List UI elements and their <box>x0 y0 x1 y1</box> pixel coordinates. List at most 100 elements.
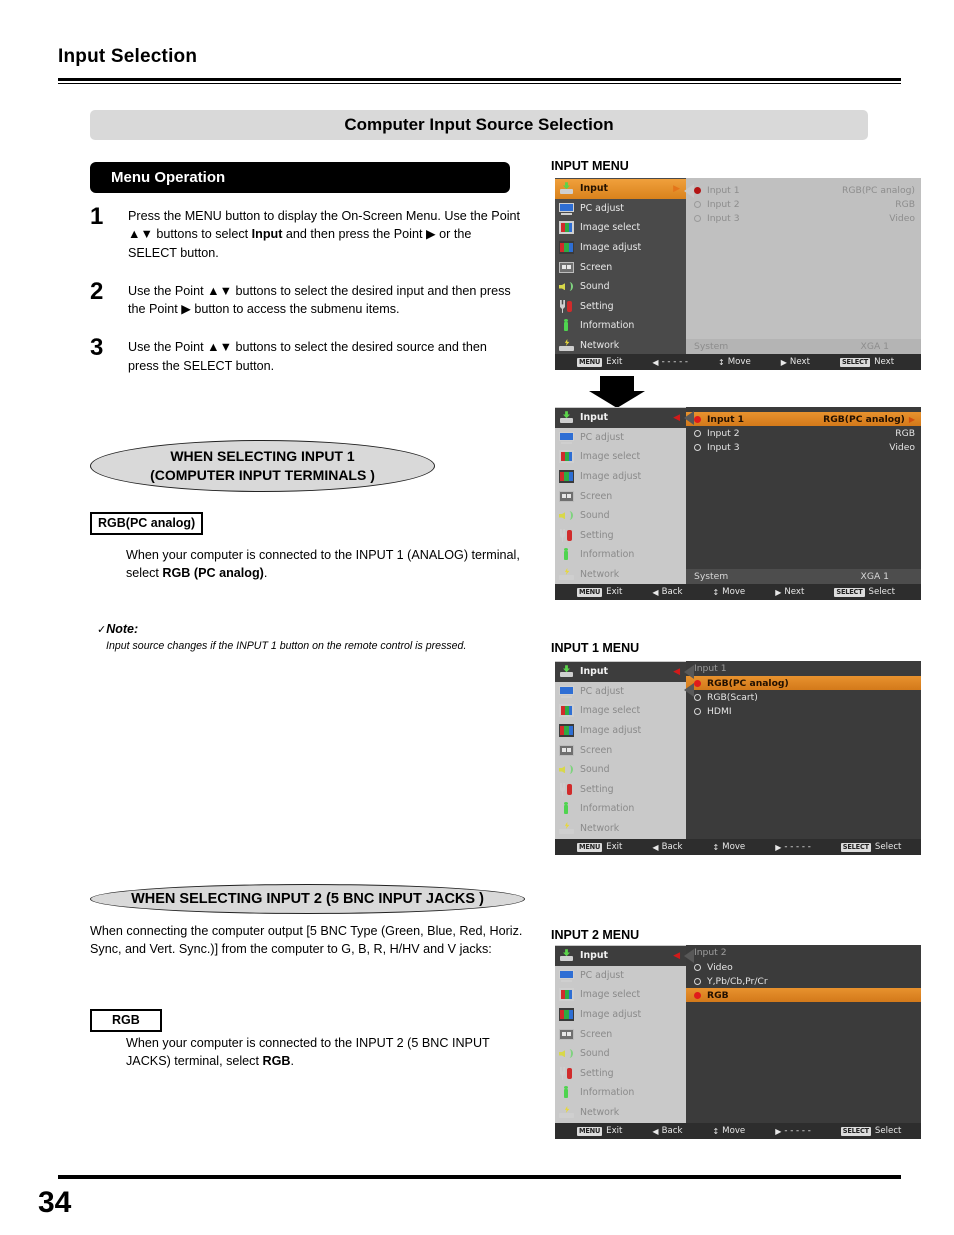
sidebar-item-input[interactable]: Input ◀ <box>555 662 686 682</box>
menu-operation-heading: Menu Operation <box>90 162 510 193</box>
callout-input1-line2: (COMPUTER INPUT TERMINALS ) <box>150 467 375 483</box>
radio-indicator[interactable] <box>694 443 701 451</box>
osd-option-row[interactable]: Input 2 RGB <box>686 426 921 440</box>
osd-source-row[interactable]: HDMI <box>686 704 921 718</box>
radio-indicator[interactable] <box>694 977 701 985</box>
osd-sidebar[interactable]: Input ▶ PC adjust Image select Image adjust S… <box>555 178 686 354</box>
sidebar-item-pc-adjust[interactable]: PC adjust <box>555 428 686 448</box>
sidebar-item-screen[interactable]: Screen <box>555 1024 686 1044</box>
osd-right-panel[interactable]: Input 1 RGB(PC analog) RGB(Scart) HDMI <box>686 661 921 839</box>
osd-option-row[interactable]: Input 1 RGB(PC analog) ▶ <box>686 412 921 426</box>
monitor-icon <box>559 969 574 982</box>
sidebar-item-label: Screen <box>580 744 613 756</box>
step-text: Press the MENU button to display the On-… <box>128 209 520 260</box>
radio-indicator[interactable] <box>694 429 701 437</box>
sidebar-item-label: Image adjust <box>580 242 642 254</box>
radio-indicator[interactable] <box>694 991 701 999</box>
sidebar-item-image-adjust[interactable]: Image adjust <box>555 467 686 487</box>
osd-legend-item: ◀ Back <box>652 1126 682 1136</box>
sidebar-item-image-select[interactable]: Image select <box>555 218 686 238</box>
radio-indicator[interactable] <box>694 707 701 715</box>
osd-source-row[interactable]: Video <box>686 960 921 974</box>
sidebar-item-sound[interactable]: Sound <box>555 760 686 780</box>
sidebar-item-screen[interactable]: Screen <box>555 257 686 277</box>
osd-right-panel[interactable]: Input 2 Video Y,Pb/Cb,Pr/Cr RGB <box>686 945 921 1123</box>
osd-sidebar[interactable]: Input ◀ PC adjust Image select Image adjust S… <box>555 945 686 1123</box>
osd-sidebar[interactable]: Input ◀ PC adjust Image select Image adjust S… <box>555 661 686 839</box>
osd-source-row[interactable]: RGB(PC analog) <box>686 676 921 690</box>
sidebar-item-image-adjust[interactable]: Image adjust <box>555 721 686 741</box>
radio-indicator[interactable] <box>694 693 701 701</box>
sidebar-item-network[interactable]: Network <box>555 819 686 839</box>
sidebar-item-pc-adjust[interactable]: PC adjust <box>555 682 686 702</box>
osd-legend-label: Next <box>784 587 805 597</box>
sidebar-item-input[interactable]: Input ◀ <box>555 408 686 428</box>
sidebar-item-information[interactable]: Information <box>555 1083 686 1103</box>
sidebar-item-setting[interactable]: Setting <box>555 780 686 800</box>
step-item: 2 Use the Point ▲▼ buttons to select the … <box>90 278 520 319</box>
sidebar-item-screen[interactable]: Screen <box>555 740 686 760</box>
sidebar-item-sound[interactable]: Sound <box>555 506 686 526</box>
sidebar-item-sound[interactable]: Sound <box>555 277 686 297</box>
osd-right-panel[interactable]: Input 1 RGB(PC analog) Input 2 RGB Input 3 Vi… <box>686 178 921 354</box>
radio-indicator[interactable] <box>694 200 701 208</box>
sidebar-item-setting[interactable]: Setting <box>555 1064 686 1084</box>
sidebar-item-network[interactable]: Network <box>555 336 686 356</box>
osd-option-row[interactable]: Input 2 RGB <box>686 197 921 211</box>
osd-key-badge: MENU <box>577 587 603 597</box>
sidebar-item-label: Setting <box>580 529 614 541</box>
osd-option-row[interactable]: Input 3 Video <box>686 440 921 454</box>
step-number: 3 <box>90 334 104 362</box>
osd-legend-item: MENU Exit <box>577 842 622 852</box>
osd-key-badge: SELECT <box>840 842 871 852</box>
sidebar-item-image-select[interactable]: Image select <box>555 701 686 721</box>
osd-key-badge: SELECT <box>840 1126 871 1136</box>
sidebar-item-image-adjust[interactable]: Image adjust <box>555 1005 686 1025</box>
osd-legend-label: Move <box>722 587 746 597</box>
sidebar-item-input[interactable]: Input ◀ <box>555 946 686 966</box>
osd-legend-item: ▶ - - - - - <box>775 842 811 852</box>
direction-glyph-icon: ◀ <box>652 587 659 597</box>
sidebar-item-information[interactable]: Information <box>555 545 686 565</box>
osd-sidebar[interactable]: Input ◀ PC adjust Image select Image adjust S… <box>555 407 686 584</box>
sidebar-item-label: Sound <box>580 1048 610 1060</box>
sidebar-item-label: Input <box>580 666 609 678</box>
sidebar-item-image-adjust[interactable]: Image adjust <box>555 238 686 258</box>
page-header: Input Selection <box>58 46 898 68</box>
sidebar-item-sound[interactable]: Sound <box>555 1044 686 1064</box>
section-banner-label: Computer Input Source Selection <box>344 115 614 134</box>
osd-legend-label: Select <box>874 1126 902 1136</box>
osd-source-row[interactable]: RGB(Scart) <box>686 690 921 704</box>
sidebar-item-pc-adjust[interactable]: PC adjust <box>555 199 686 219</box>
image-adjust-icon <box>559 724 574 738</box>
header-rule-thin <box>58 83 901 84</box>
sidebar-item-setting[interactable]: Setting <box>555 297 686 317</box>
monitor-icon <box>559 202 574 215</box>
radio-indicator[interactable] <box>694 679 701 687</box>
osd-option-row[interactable]: Input 3 Video <box>686 211 921 225</box>
osd-right-panel[interactable]: Input 1 RGB(PC analog) ▶ Input 2 RGB Input 3 V… <box>686 407 921 584</box>
osd-legend-label: Select <box>868 587 896 597</box>
sidebar-item-pc-adjust[interactable]: PC adjust <box>555 966 686 986</box>
radio-indicator[interactable] <box>694 186 701 194</box>
speaker-icon <box>559 1047 574 1060</box>
osd-legend-item: ◀ Back <box>652 842 682 852</box>
paragraph-rgb: When your computer is connected to the I… <box>126 1036 490 1069</box>
osd-source-row[interactable]: Y,Pb/Cb,Pr/Cr <box>686 974 921 988</box>
sidebar-item-setting[interactable]: Setting <box>555 526 686 546</box>
sidebar-item-information[interactable]: Information <box>555 316 686 336</box>
info-icon <box>559 802 574 815</box>
chevron-right-icon: ▶ <box>908 414 915 424</box>
radio-indicator[interactable] <box>694 214 701 222</box>
osd-option-row[interactable]: Input 1 RGB(PC analog) <box>686 183 921 197</box>
sidebar-item-screen[interactable]: Screen <box>555 486 686 506</box>
radio-indicator[interactable] <box>694 963 701 971</box>
osd-source-row[interactable]: RGB <box>686 988 921 1002</box>
sidebar-item-network[interactable]: Network <box>555 565 686 585</box>
sidebar-item-network[interactable]: Network <box>555 1103 686 1123</box>
sidebar-item-input[interactable]: Input ▶ <box>555 179 686 199</box>
sidebar-item-image-select[interactable]: Image select <box>555 985 686 1005</box>
radio-indicator[interactable] <box>694 415 701 423</box>
sidebar-item-information[interactable]: Information <box>555 799 686 819</box>
sidebar-item-image-select[interactable]: Image select <box>555 447 686 467</box>
